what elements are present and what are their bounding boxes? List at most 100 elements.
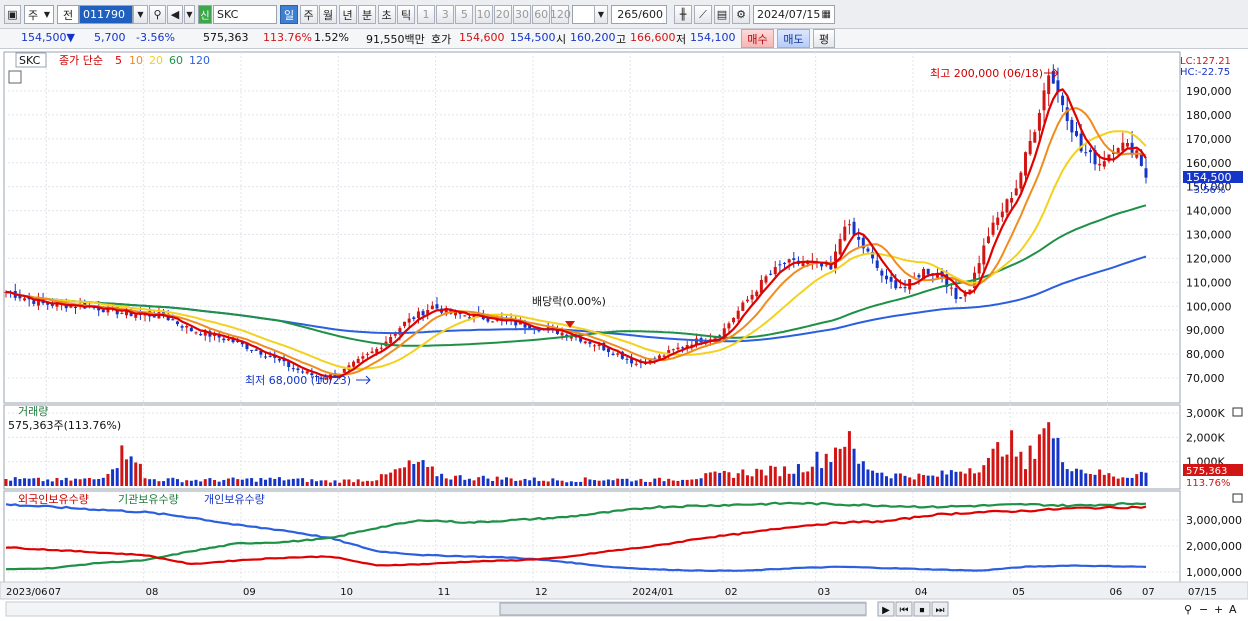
candle-body — [1019, 172, 1023, 189]
interval-dropdown-icon[interactable]: ▼ — [594, 5, 608, 24]
volume-bar — [917, 473, 921, 486]
interval-button-3[interactable]: 3 — [436, 5, 455, 24]
volume-bar — [301, 478, 305, 486]
candle-body — [1061, 95, 1065, 106]
bid-value: 154,500 — [510, 31, 556, 44]
volume-bar — [213, 480, 217, 486]
legend-ma-120: 120 — [189, 54, 210, 67]
tab-period-6[interactable]: 틱 — [397, 5, 415, 24]
x-tick: 07 — [48, 587, 61, 598]
volume-bar — [412, 463, 416, 486]
scrollbar-thumb[interactable] — [499, 602, 867, 616]
volume-bar — [815, 451, 819, 486]
interval-button-30[interactable]: 30 — [513, 5, 531, 24]
buy-button[interactable]: 매수 — [741, 29, 774, 48]
current-volume: 575,363 — [1186, 466, 1227, 477]
volume-bar — [222, 479, 226, 486]
volume-bar — [305, 481, 309, 486]
volume-bar — [1088, 473, 1092, 486]
candle-body — [352, 361, 356, 367]
speaker-dropdown-icon[interactable]: ▼ — [184, 5, 195, 24]
tab-period-1[interactable]: 주 — [299, 5, 318, 24]
volume-bar — [259, 478, 263, 486]
interval-button-60[interactable]: 60 — [532, 5, 551, 24]
volume-bar — [935, 476, 939, 486]
market-select[interactable]: 주 ▼ — [24, 5, 54, 24]
scroll-control-glyph: ⏭ — [936, 605, 945, 616]
candle-body — [991, 222, 995, 235]
stock-name-field[interactable]: SKC — [213, 5, 277, 24]
quote-change: 5,700 — [94, 31, 126, 44]
low-label: 저 — [676, 33, 687, 46]
candle-body — [880, 270, 884, 276]
period-type-select[interactable]: 전 — [57, 5, 79, 24]
interval-button-20[interactable]: 20 — [493, 5, 512, 24]
draw-tool-icon[interactable]: ⟋ — [694, 5, 712, 24]
tab-period-2[interactable]: 월 — [319, 5, 337, 24]
volume-bar — [894, 473, 898, 486]
candle-type-icon[interactable]: ╫ — [674, 5, 692, 24]
price-tick: 80,000 — [1186, 348, 1225, 361]
tab-period-5[interactable]: 초 — [377, 5, 396, 24]
search-icon[interactable]: ⚲ — [149, 5, 166, 24]
candle-body — [222, 338, 226, 341]
save-icon[interactable]: ▤ — [714, 5, 730, 24]
candle-body — [1000, 211, 1004, 218]
tab-period-0[interactable]: 일 — [280, 5, 298, 24]
tab-period-3[interactable]: 년 — [338, 5, 357, 24]
volume-info: 575,363주(113.76%) — [8, 419, 121, 432]
gear-icon[interactable]: ⚙ — [732, 5, 750, 24]
volume-bar — [736, 473, 740, 486]
x-tick: 03 — [818, 587, 831, 598]
tab-period-4[interactable]: 분 — [358, 5, 376, 24]
low-value: 154,100 — [690, 31, 736, 44]
sell-button[interactable]: 매도 — [777, 29, 810, 48]
volume-bar — [829, 462, 833, 486]
date-field[interactable]: 2024/07/15 ▦ — [753, 5, 835, 24]
candle-body — [291, 368, 295, 370]
panel-close-icon[interactable] — [1232, 407, 1243, 417]
bar-count-field[interactable]: 265/600 — [611, 5, 667, 24]
eval-button[interactable]: 평 — [813, 29, 835, 48]
volume-bar — [389, 472, 393, 486]
low-annotation: 최저 68,000 (10/23) — [245, 374, 351, 387]
code-dropdown-icon[interactable]: ▼ — [133, 5, 148, 24]
lc-label: LC:127.21 — [1180, 56, 1231, 67]
panel-close-icon[interactable] — [1232, 493, 1243, 503]
volume-bar — [310, 479, 314, 486]
volume-bar — [963, 473, 967, 486]
interval-button-120[interactable]: 120 — [550, 5, 571, 24]
volume-bar — [74, 478, 78, 486]
volume-bar — [871, 470, 875, 486]
candle-body — [1033, 132, 1037, 143]
volume-bar — [120, 445, 124, 486]
volume-bar — [458, 475, 462, 486]
interval-button-5[interactable]: 5 — [455, 5, 474, 24]
candle-body — [898, 286, 902, 289]
volume-bar — [973, 473, 977, 486]
stock-code-input[interactable]: 011790 — [79, 5, 133, 24]
open-value: 160,200 — [570, 31, 616, 44]
volume-bar — [565, 482, 569, 486]
volume-bar — [991, 448, 995, 486]
volume-bar — [435, 476, 439, 486]
volume-bar — [101, 477, 105, 486]
volume-bar — [727, 472, 731, 486]
volume-bar — [495, 476, 499, 486]
candle-body — [792, 258, 796, 260]
calendar-icon[interactable]: ▦ — [822, 9, 831, 20]
interval-button-1[interactable]: 1 — [417, 5, 435, 24]
volume-bar — [152, 479, 156, 486]
candle-body — [616, 353, 620, 355]
table-icon[interactable] — [8, 70, 22, 84]
volume-bar — [625, 478, 629, 486]
scroll-control-glyph: ▶ — [882, 605, 890, 616]
volume-bar — [55, 477, 59, 486]
chart-settings-icon[interactable]: ▣ — [4, 5, 21, 24]
volume-bar — [134, 462, 138, 486]
candle-body — [588, 341, 592, 344]
volume-bar — [555, 480, 559, 486]
interval-button-10[interactable]: 10 — [474, 5, 493, 24]
volume-bar — [574, 481, 578, 486]
speaker-icon[interactable]: ◀ — [167, 5, 183, 24]
